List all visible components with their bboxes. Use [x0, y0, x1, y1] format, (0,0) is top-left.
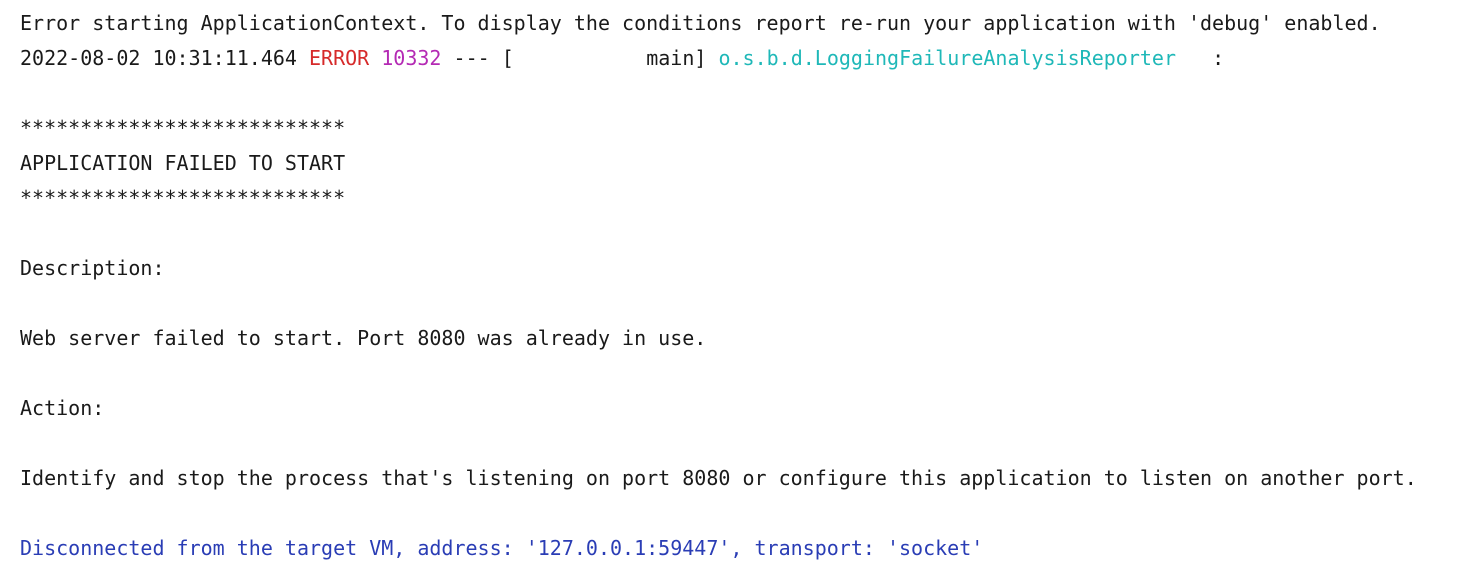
- console-output: Error starting ApplicationContext. To di…: [20, 6, 1463, 566]
- log-pid: 10332: [381, 46, 442, 70]
- log-thread: [ main]: [501, 46, 707, 70]
- log-colon: :: [1212, 46, 1225, 70]
- log-logger: o.s.b.d.LoggingFailureAnalysisReporter: [718, 46, 1177, 70]
- log-level: ERROR: [309, 46, 370, 70]
- failure-banner: APPLICATION FAILED TO START: [20, 151, 346, 175]
- stars-bottom: ***************************: [20, 186, 346, 210]
- description-text: Web server failed to start. Port 8080 wa…: [20, 326, 707, 350]
- disconnect-line: Disconnected from the target VM, address…: [20, 536, 984, 560]
- log-entry-line: 2022-08-02 10:31:11.464 ERROR 10332 --- …: [20, 41, 1463, 76]
- action-text: Identify and stop the process that's lis…: [20, 466, 1417, 490]
- description-label: Description:: [20, 256, 165, 280]
- stars-top: ***************************: [20, 116, 346, 140]
- log-timestamp: 2022-08-02 10:31:11.464: [20, 46, 297, 70]
- context-error-line: Error starting ApplicationContext. To di…: [20, 11, 1381, 35]
- action-label: Action:: [20, 396, 105, 420]
- log-separator: ---: [453, 46, 490, 70]
